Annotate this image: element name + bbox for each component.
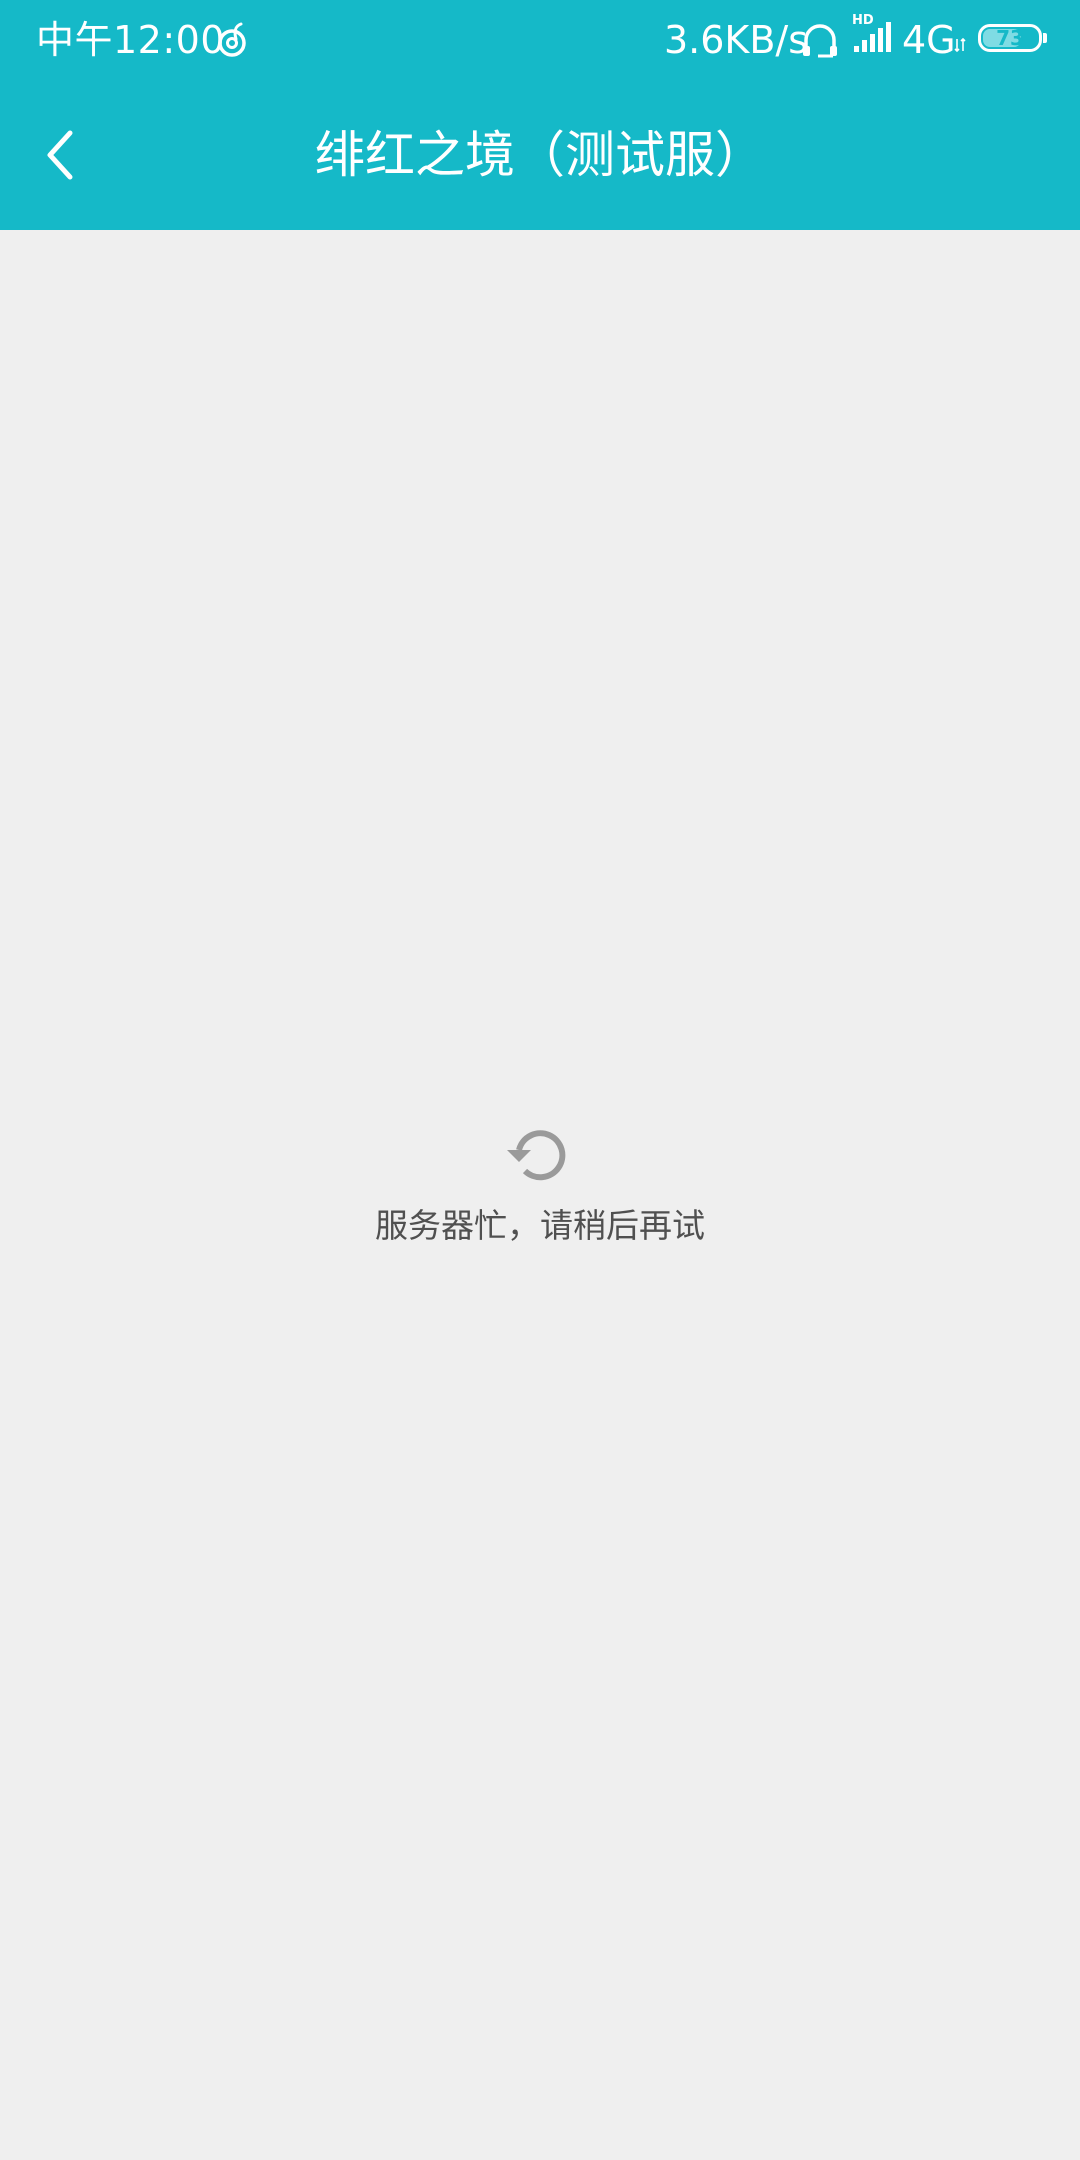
network-type: 4G	[902, 18, 956, 62]
back-button[interactable]	[20, 110, 100, 200]
status-bar: 中午12:00 3.6KB/s HD 4G 73	[0, 0, 1080, 80]
error-message: 服务器忙，请稍后再试	[375, 1206, 705, 1245]
chevron-left-icon	[47, 130, 73, 180]
battery-icon: 73	[978, 24, 1042, 52]
data-arrows-icon	[954, 38, 966, 52]
header: 中午12:00 3.6KB/s HD 4G 73 绯红之境（测试服）	[0, 0, 1080, 230]
error-state: 服务器忙，请稍后再试	[0, 1120, 1080, 1270]
toolbar: 绯红之境（测试服）	[0, 80, 1080, 230]
battery-cap	[1043, 33, 1047, 43]
status-time: 中午12:00	[36, 18, 226, 62]
signal-icon	[854, 22, 891, 52]
netease-music-icon	[218, 22, 246, 57]
refresh-icon[interactable]	[505, 1120, 575, 1190]
headset-icon	[803, 24, 837, 58]
battery-level: 73	[996, 26, 1024, 50]
network-speed: 3.6KB/s	[664, 18, 809, 62]
page-title: 绯红之境（测试服）	[315, 126, 765, 184]
app-screen: 中午12:00 3.6KB/s HD 4G 73 绯红之境（测试服） 服务器忙，…	[0, 0, 1080, 2160]
